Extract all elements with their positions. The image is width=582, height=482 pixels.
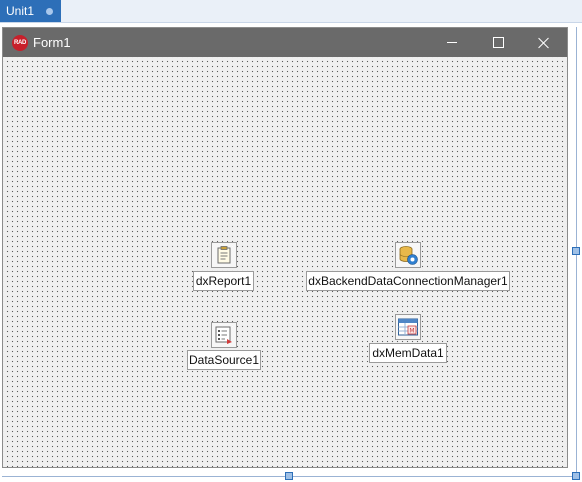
svg-text:M: M [409,328,414,335]
modified-indicator-icon [46,8,53,15]
component-label-dxreport1[interactable]: dxReport1 [193,271,254,291]
form-client-area[interactable] [3,57,567,467]
resize-handle-corner[interactable] [572,472,580,480]
maximize-button[interactable] [475,28,521,57]
close-button[interactable] [521,28,567,57]
resize-handle-right[interactable] [572,247,580,255]
form-title: Form1 [33,35,71,50]
rad-logo-text: RAD [13,39,27,46]
tab-unit1-label: Unit1 [6,4,35,18]
tab-unit1[interactable]: Unit1 [0,0,61,22]
memdata-table-icon[interactable]: M [395,314,421,340]
maximize-icon [492,37,504,48]
minimize-button[interactable] [429,28,475,57]
component-label-datasource1[interactable]: DataSource1 [187,350,261,370]
component-label-dxbackenddataconnectionmanager1[interactable]: dxBackendDataConnectionManager1 [306,271,510,291]
minimize-icon [447,42,457,43]
rad-logo-icon: RAD [12,34,28,51]
component-label-dxmemdata1[interactable]: dxMemData1 [369,343,447,363]
datasource-icon[interactable] [211,322,237,348]
report-icon[interactable] [211,242,237,268]
form-title-bar[interactable]: RAD Form1 [3,28,567,57]
resize-handle-bottom[interactable] [285,472,293,480]
form-designer-window[interactable]: RAD Form1 [2,27,568,468]
database-gear-icon[interactable] [395,242,421,268]
editor-tab-strip: Unit1 [0,0,582,23]
close-icon [538,37,550,49]
